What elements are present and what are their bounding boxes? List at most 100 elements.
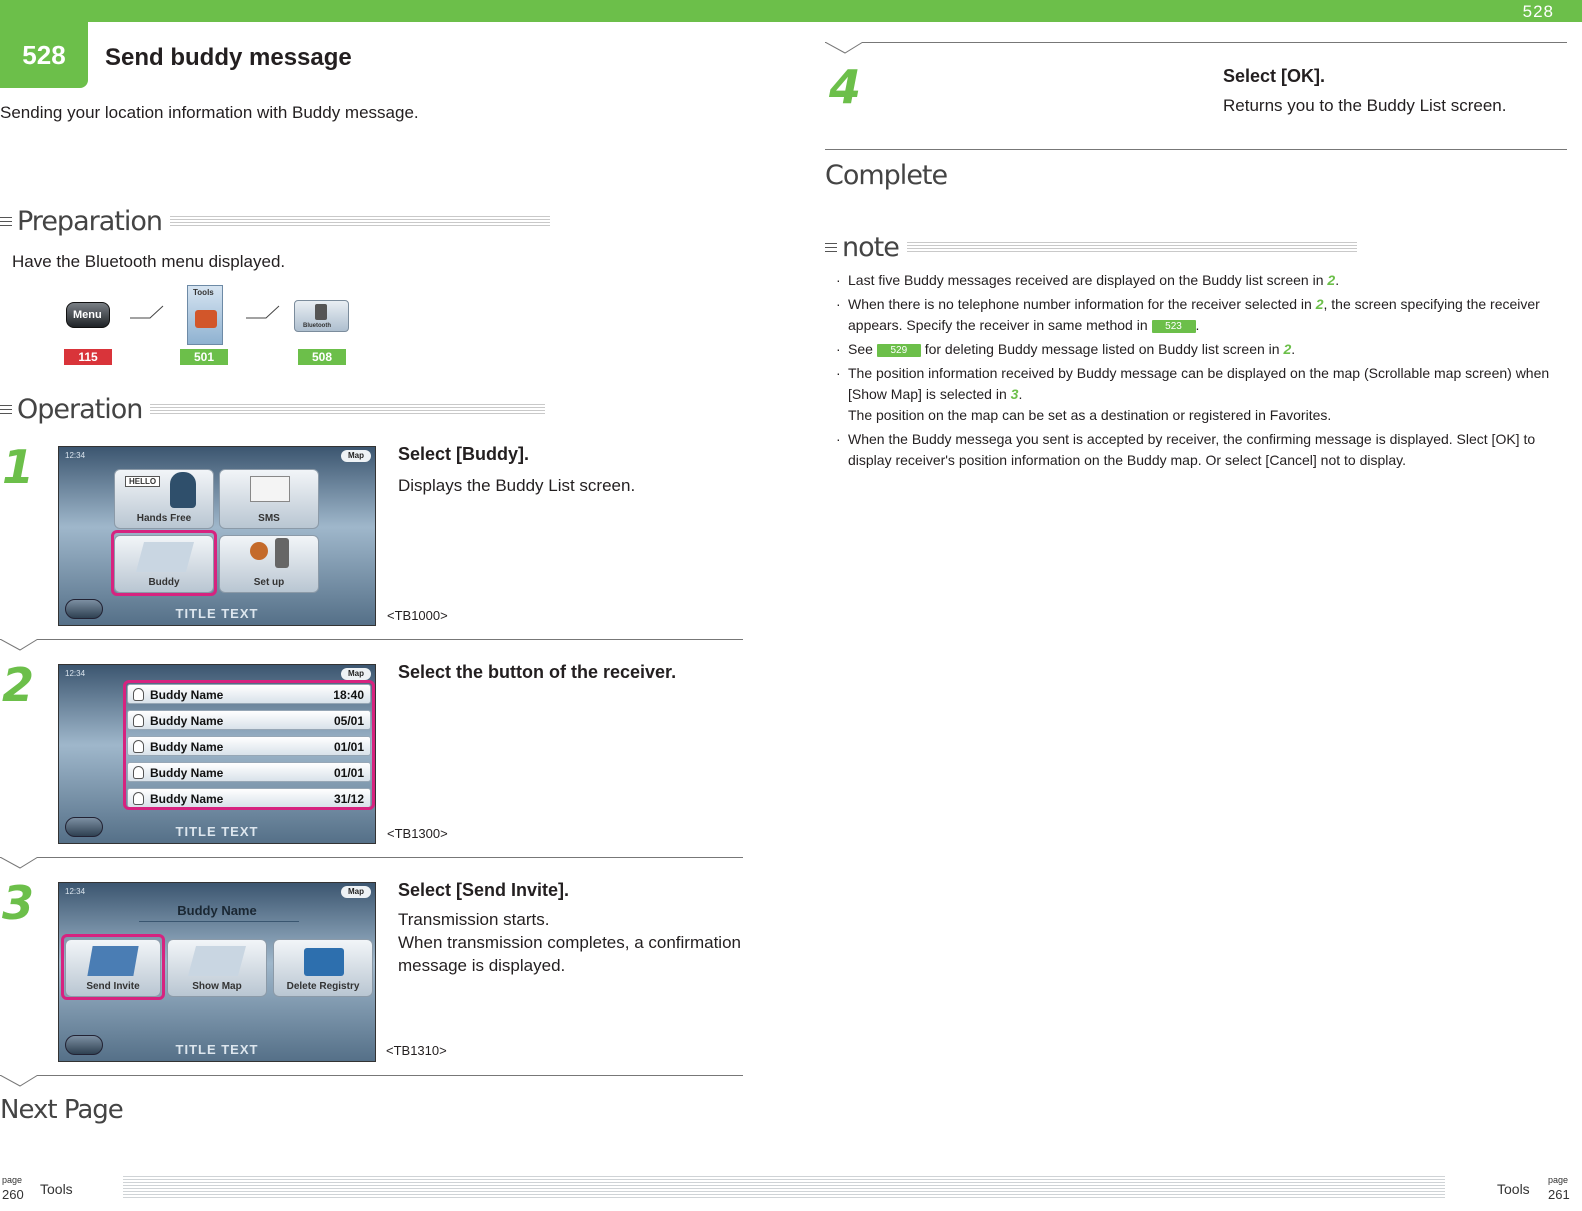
- header-underline: [139, 921, 299, 922]
- step-number-4: 4: [829, 60, 862, 114]
- left-section-label: Tools: [40, 1181, 73, 1197]
- note-heading-label: note: [842, 232, 900, 263]
- step-number-1: 1: [2, 440, 35, 494]
- sms-button[interactable]: SMS: [219, 469, 319, 529]
- menu-button-icon[interactable]: Menu: [66, 302, 110, 328]
- step-4-desc: Returns you to the Buddy List screen.: [1223, 96, 1507, 115]
- buddy-name-header: Buddy Name: [177, 903, 257, 918]
- set-up-button[interactable]: Set up: [219, 535, 319, 593]
- divider-notch: [825, 42, 864, 54]
- delete-registry-button[interactable]: Delete Registry: [273, 939, 373, 997]
- buddy-highlight: [111, 530, 217, 596]
- show-map-button[interactable]: Show Map: [167, 939, 267, 997]
- step-divider: [0, 857, 743, 858]
- divider-notch: [0, 1075, 39, 1087]
- note-text: When the Buddy messega you sent is accep…: [848, 431, 1536, 468]
- set-up-label: Set up: [253, 577, 285, 588]
- screenshot-tb1300: 12:34 Map Buddy Name 18:40 Buddy Name 05/0…: [58, 664, 376, 844]
- heading-rule: [169, 215, 550, 228]
- note-text: Last five Buddy messages received are di…: [848, 272, 1328, 288]
- bluetooth-button-label: Bluetooth: [303, 323, 331, 329]
- headset-person-icon: [170, 472, 196, 508]
- note-item: Last five Buddy messages received are di…: [836, 270, 1571, 291]
- heading-lines-icon: [0, 217, 12, 226]
- screen-code-tb1000: <TB1000>: [387, 608, 448, 623]
- reference-tag-508[interactable]: 508: [298, 349, 346, 365]
- phone-icon: [315, 304, 327, 320]
- operation-heading: Operation: [0, 394, 546, 425]
- page-title: Send buddy message: [105, 44, 352, 71]
- right-page-label: page: [1548, 1175, 1569, 1185]
- right-section-label: Tools: [1497, 1181, 1530, 1197]
- map-button[interactable]: Map: [341, 450, 371, 462]
- note-text: .: [1195, 317, 1200, 333]
- note-text: .: [1291, 341, 1296, 357]
- step-1-desc: Displays the Buddy List screen.: [398, 476, 636, 495]
- hands-free-button[interactable]: HELLO Hands Free: [114, 469, 214, 529]
- menu-button-label: Menu: [73, 309, 102, 321]
- complete-divider: [825, 149, 1567, 150]
- tools-button-icon[interactable]: Tools: [187, 285, 223, 345]
- complete-label: Complete: [825, 160, 948, 191]
- reference-tag-501[interactable]: 501: [180, 349, 228, 365]
- tools-button-label: Tools: [193, 288, 214, 297]
- screen-title-text: TITLE TEXT: [175, 824, 259, 839]
- note-text: for deleting Buddy message listed on Bud…: [920, 341, 1284, 357]
- note-item: When there is no telephone number inform…: [836, 294, 1571, 336]
- step-divider: [0, 1075, 743, 1076]
- note-text: .: [1018, 386, 1023, 402]
- preparation-text: Have the Bluetooth menu displayed.: [12, 252, 286, 271]
- screenshot-tb1000: 12:34 Map HELLO Hands Free SMS Buddy Set…: [58, 446, 376, 626]
- map-button[interactable]: Map: [341, 886, 371, 898]
- step-divider: [0, 639, 743, 640]
- note-text: See: [848, 341, 877, 357]
- right-page-number: 261: [1548, 1187, 1570, 1202]
- step-3-title: Select [Send Invite].: [398, 880, 570, 900]
- screen-code-tb1300: <TB1300>: [387, 826, 448, 841]
- note-text: When there is no telephone number inform…: [848, 296, 1316, 312]
- preparation-heading: Preparation: [0, 206, 550, 237]
- top-bar: 528: [0, 0, 1582, 22]
- note-item: See 529 for deleting Buddy message liste…: [836, 339, 1571, 360]
- page-subtitle: Sending your location information with B…: [0, 103, 419, 122]
- step-4-title: Select [OK].: [1223, 66, 1326, 86]
- note-text: .: [1335, 272, 1340, 288]
- step-1-title: Select [Buddy].: [398, 444, 530, 464]
- delete-registry-label: Delete Registry: [286, 981, 360, 992]
- screenshot-tb1310: 12:34 Map Buddy Name Send Invite Show Ma…: [58, 882, 376, 1062]
- step-number-2: 2: [2, 658, 35, 712]
- screen-code-tb1310: <TB1310>: [386, 1043, 447, 1058]
- page-ref-chip[interactable]: 523: [1151, 319, 1196, 333]
- note-text: The position on the map can be set as a …: [848, 407, 1332, 423]
- step-ref: 2: [1315, 296, 1324, 312]
- gear-icon: [250, 542, 268, 560]
- reference-tag-115[interactable]: 115: [64, 349, 112, 365]
- note-item: The position information received by Bud…: [836, 363, 1571, 426]
- heading-rule: [150, 403, 546, 416]
- operation-heading-label: Operation: [17, 394, 143, 425]
- bluetooth-button-icon[interactable]: Bluetooth: [294, 300, 349, 332]
- buddy-list-highlight: [123, 680, 375, 810]
- section-badge: 528: [0, 22, 88, 88]
- page-ref-chip[interactable]: 529: [876, 343, 921, 357]
- step-3-desc-line: message is displayed.: [398, 956, 566, 975]
- clock-text: 12:34: [65, 887, 86, 896]
- map-button[interactable]: Map: [341, 668, 371, 680]
- step-2-title: Select the button of the receiver.: [398, 662, 677, 682]
- folder-icon: [304, 948, 344, 976]
- step-number-3: 3: [2, 876, 35, 930]
- left-page-number: 260: [2, 1187, 24, 1202]
- map-person-icon: [187, 946, 247, 976]
- note-item: When the Buddy messega you sent is accep…: [836, 429, 1571, 471]
- clock-text: 12:34: [65, 669, 86, 678]
- toolbox-icon: [195, 310, 217, 328]
- heading-lines-icon: [825, 243, 837, 252]
- step-3-desc: Transmission starts. When transmission c…: [398, 908, 741, 977]
- note-text: The position information received by Bud…: [848, 365, 1550, 402]
- heading-lines-icon: [0, 405, 12, 414]
- phone-icon: [275, 538, 289, 568]
- sms-label: SMS: [258, 513, 280, 524]
- hands-free-label: Hands Free: [136, 513, 192, 524]
- note-list: Last five Buddy messages received are di…: [836, 270, 1571, 474]
- show-map-label: Show Map: [192, 981, 242, 992]
